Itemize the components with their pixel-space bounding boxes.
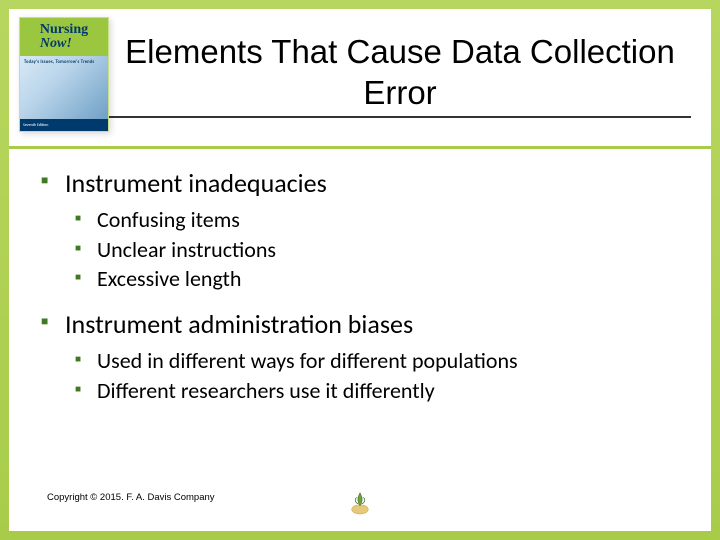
sub-bullet-text: Different researchers use it differently <box>97 377 435 404</box>
sub-bullet-text: Excessive length <box>97 265 241 292</box>
book-subtitle: Today's Issues, Tomorrow's Trends <box>24 60 104 65</box>
slide-frame: Nursing Now! Today's Issues, Tomorrow's … <box>0 0 720 540</box>
slide-body: Nursing Now! Today's Issues, Tomorrow's … <box>9 9 711 531</box>
sub-bullet-item: Excessive length <box>73 264 681 294</box>
bullet-item: Instrument administration biases Used in… <box>39 308 681 405</box>
bullet-text: Instrument administration biases <box>65 308 413 340</box>
book-cover-top: Nursing Now! <box>20 18 108 56</box>
bullet-item: Instrument inadequacies Confusing items … <box>39 167 681 294</box>
sub-bullet-list: Used in different ways for different pop… <box>73 346 681 405</box>
bullet-list: Instrument inadequacies Confusing items … <box>39 167 681 405</box>
sub-bullet-list: Confusing items Unclear instructions Exc… <box>73 205 681 294</box>
sub-bullet-item: Used in different ways for different pop… <box>73 346 681 376</box>
sub-bullet-item: Unclear instructions <box>73 235 681 265</box>
sub-bullet-item: Different researchers use it differently <box>73 376 681 406</box>
book-cover-bottom: Seventh Edition <box>20 119 108 131</box>
sub-bullet-text: Unclear instructions <box>97 236 276 263</box>
title-wrap: Elements That Cause Data Collection Erro… <box>109 9 711 118</box>
slide-title: Elements That Cause Data Collection Erro… <box>109 31 691 118</box>
sub-bullet-text: Confusing items <box>97 206 240 233</box>
sub-bullet-item: Confusing items <box>73 205 681 235</box>
copyright: Copyright © 2015. F. A. Davis Company <box>47 492 215 503</box>
book-cover-image: Today's Issues, Tomorrow's Trends <box>20 56 108 119</box>
book-title-main: Nursing <box>40 22 88 37</box>
sub-bullet-text: Used in different ways for different pop… <box>97 347 518 374</box>
header: Nursing Now! Today's Issues, Tomorrow's … <box>9 9 711 149</box>
footer-ornament-icon <box>349 489 371 515</box>
book-title: Nursing Now! <box>40 23 88 51</box>
book-edition: Seventh Edition <box>23 123 48 128</box>
book-cover: Nursing Now! Today's Issues, Tomorrow's … <box>19 17 109 132</box>
book-title-now: Now! <box>40 36 72 51</box>
bullet-text: Instrument inadequacies <box>65 167 327 199</box>
content-area: Instrument inadequacies Confusing items … <box>9 149 711 405</box>
